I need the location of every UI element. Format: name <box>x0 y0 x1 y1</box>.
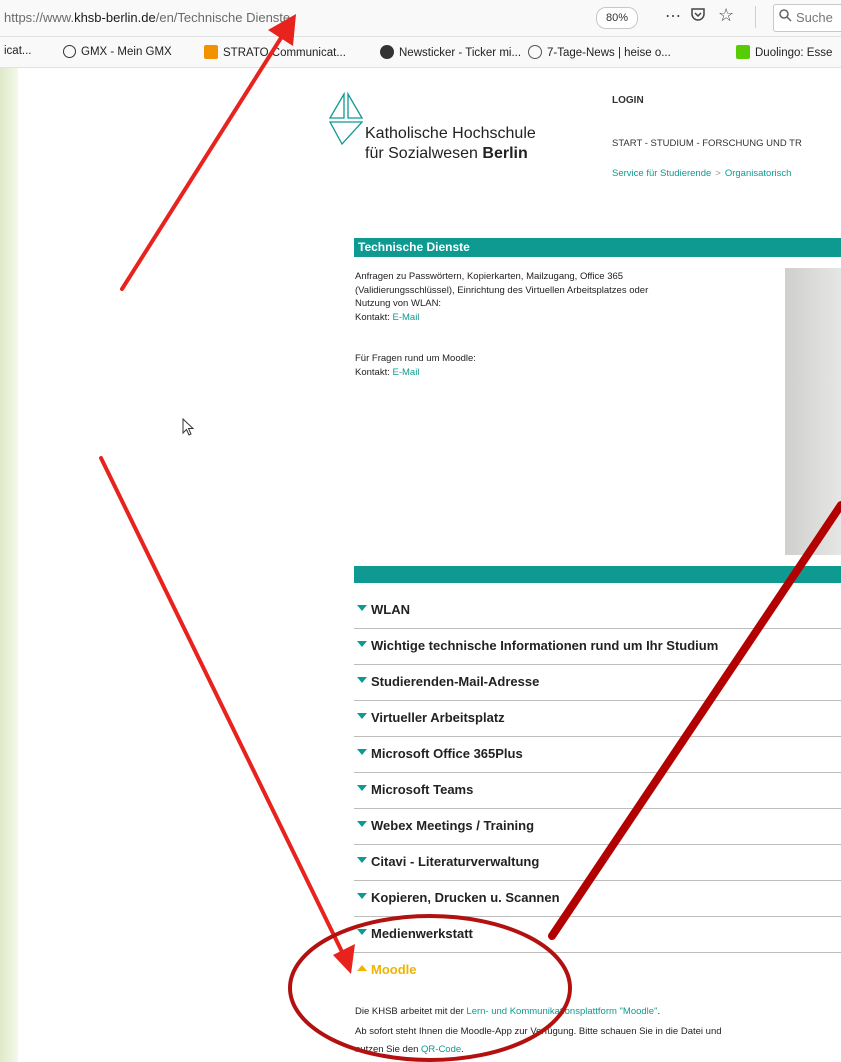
address-field[interactable]: https://www.khsb-berlin.de/en/Technische… <box>4 10 290 25</box>
accordion-item-webex[interactable]: Webex Meetings / Training <box>354 810 841 845</box>
globe-icon <box>63 45 76 58</box>
url-bar[interactable]: https://www.khsb-berlin.de/en/Technische… <box>0 0 841 37</box>
accordion-item-moodle[interactable]: Moodle <box>354 954 841 989</box>
expand-triangle-icon <box>357 785 367 791</box>
login-link[interactable]: LOGIN <box>612 95 644 106</box>
expand-triangle-icon <box>357 857 367 863</box>
zoom-badge[interactable]: 80% <box>596 7 638 29</box>
expand-triangle-icon <box>357 713 367 719</box>
intro-paragraph: Anfragen zu Passwörtern, Kopierkarten, M… <box>355 271 649 323</box>
more-actions-icon[interactable]: ⋯ <box>665 6 681 26</box>
duolingo-icon <box>736 45 750 59</box>
pocket-icon[interactable] <box>690 6 706 27</box>
bookmark-star-icon[interactable]: ☆ <box>718 5 734 26</box>
search-field[interactable]: Suche <box>773 4 841 32</box>
accordion-item-medienwerkstatt[interactable]: Medienwerkstatt <box>354 918 841 953</box>
accordion-item-citavi[interactable]: Citavi - Literaturverwaltung <box>354 846 841 881</box>
expand-triangle-icon <box>357 749 367 755</box>
breadcrumb-item[interactable]: Organisatorisch <box>725 168 792 179</box>
expand-triangle-icon <box>357 605 367 611</box>
arrow-to-moodle-icon <box>99 456 355 974</box>
expand-triangle-icon <box>357 893 367 899</box>
moodle-text-line3: nutzen Sie den QR-Code. <box>355 1044 464 1055</box>
breadcrumb-item[interactable]: Service für Studierende <box>612 168 711 179</box>
section-photo <box>785 268 841 555</box>
accordion-item-mail[interactable]: Studierenden-Mail-Adresse <box>354 666 841 701</box>
heise-icon <box>528 45 542 59</box>
expand-triangle-icon <box>357 641 367 647</box>
collapse-triangle-icon <box>357 965 367 971</box>
accordion-item-wlan[interactable]: WLAN <box>354 594 841 629</box>
search-icon <box>779 9 792 25</box>
bookmark-item[interactable]: GMX - Mein GMX <box>63 45 172 58</box>
accordion-item-teams[interactable]: Microsoft Teams <box>354 774 841 809</box>
strato-icon <box>204 45 218 59</box>
newsticker-icon <box>380 45 394 59</box>
accordion-header-bar <box>354 566 841 583</box>
moodle-text-line2: Ab sofort steht Ihnen die Moodle-App zur… <box>355 1026 722 1037</box>
moodle-platform-link[interactable]: Lern- und Kommunikationsplattform "Moodl… <box>466 1006 657 1017</box>
accordion-item-printing[interactable]: Kopieren, Drucken u. Scannen <box>354 882 841 917</box>
accordion-item-tech-info[interactable]: Wichtige technische Informationen rund u… <box>354 630 841 665</box>
khsb-logo-icon[interactable] <box>328 90 368 153</box>
bookmark-item[interactable]: icat... <box>4 45 31 57</box>
bookmark-item[interactable]: 7-Tage-News | heise o... <box>528 45 671 59</box>
toolbar-separator <box>755 6 756 28</box>
qr-code-link[interactable]: QR-Code <box>421 1044 461 1055</box>
moodle-contact-paragraph: Für Fragen rund um Moodle: Kontakt: E-Ma… <box>355 353 476 378</box>
email-link[interactable]: E-Mail <box>393 312 420 323</box>
accordion-item-virtual-workplace[interactable]: Virtueller Arbeitsplatz <box>354 702 841 737</box>
email-link[interactable]: E-Mail <box>393 367 420 378</box>
bookmark-item[interactable]: Newsticker - Ticker mi... <box>380 45 521 59</box>
logo-line1: Katholische Hochschule <box>365 125 536 142</box>
bookmarks-bar: icat... GMX - Mein GMX STRATO Communicat… <box>0 37 841 68</box>
section-title: Technische Dienste <box>354 238 841 257</box>
expand-triangle-icon <box>357 677 367 683</box>
accordion-item-office365[interactable]: Microsoft Office 365Plus <box>354 738 841 773</box>
desktop-backdrop <box>0 68 18 1062</box>
bookmark-item[interactable]: Duolingo: Esse <box>736 45 832 59</box>
bookmark-item[interactable]: STRATO Communicat... <box>204 45 346 59</box>
expand-triangle-icon <box>357 929 367 935</box>
logo-line2: für Sozialwesen Berlin <box>365 145 528 162</box>
expand-triangle-icon <box>357 821 367 827</box>
main-navigation[interactable]: START - STUDIUM - FORSCHUNG UND TR <box>612 138 802 149</box>
breadcrumb: Service für Studierende > Organisatorisch <box>612 168 791 179</box>
moodle-text-line1: Die KHSB arbeitet mit der Lern- und Komm… <box>355 1006 661 1017</box>
mouse-cursor-icon <box>182 417 196 443</box>
search-placeholder: Suche <box>796 10 833 25</box>
breadcrumb-separator-icon: > <box>715 168 721 179</box>
